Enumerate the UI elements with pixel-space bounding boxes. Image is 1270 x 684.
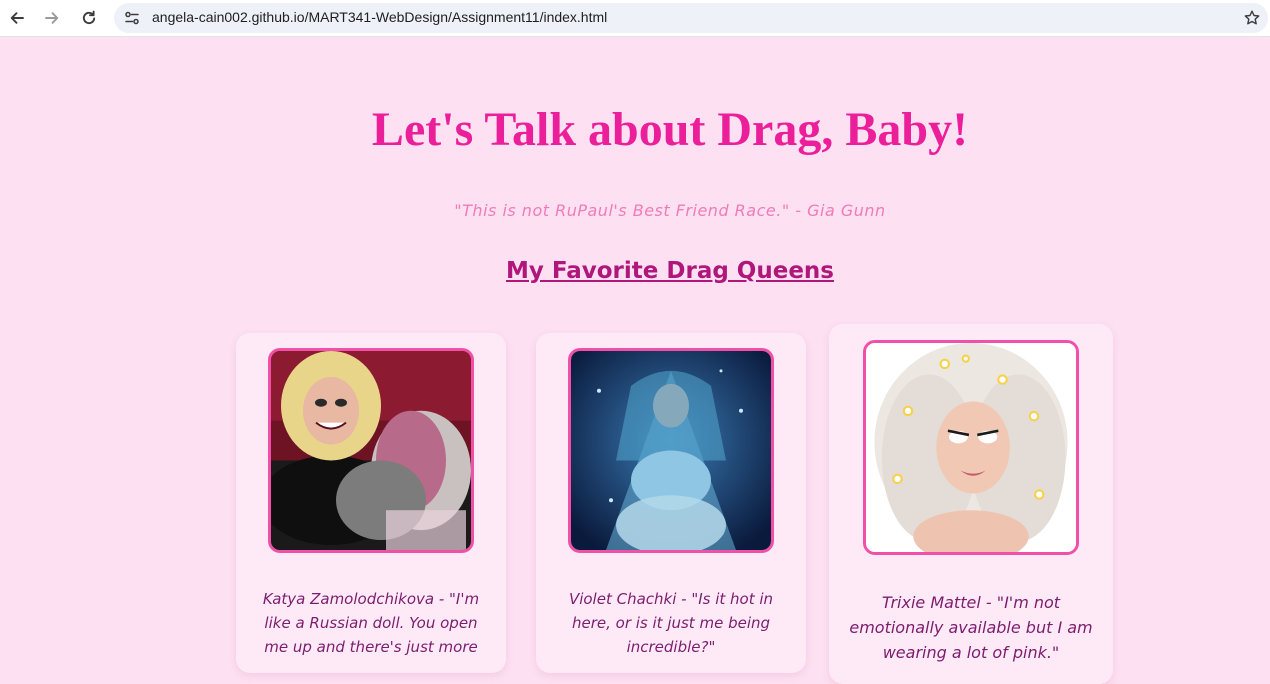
forward-button[interactable] (38, 4, 66, 32)
section-heading: My Favorite Drag Queens (505, 258, 834, 284)
queen-caption: Katya Zamolodchikova - "I'm like a Russi… (262, 590, 480, 656)
site-info-button[interactable] (120, 6, 144, 30)
queen-card: Violet Chachki - "Is it hot in here, or … (536, 333, 806, 673)
queen-caption: Violet Chachki - "Is it hot in here, or … (568, 590, 774, 656)
violet-photo-image (571, 351, 771, 550)
arrow-left-icon (10, 12, 24, 24)
queen-photo-trixie (863, 340, 1079, 555)
back-button[interactable] (3, 4, 31, 32)
arrow-right-icon (45, 12, 59, 24)
url-text[interactable]: angela-cain002.github.io/MART341-WebDesi… (152, 9, 607, 25)
queen-card: Katya Zamolodchikova - "I'm like a Russi… (236, 333, 506, 673)
tune-icon (125, 11, 139, 25)
address-bar[interactable]: angela-cain002.github.io/MART341-WebDesi… (114, 3, 1268, 33)
page-title: Let's Talk about Drag, Baby! (371, 103, 969, 156)
reload-button[interactable] (75, 4, 103, 32)
queen-card: Trixie Mattel - "I'm not emotionally ava… (829, 324, 1113, 684)
queen-caption: Trixie Mattel - "I'm not emotionally ava… (849, 593, 1093, 662)
trixie-photo-image (866, 343, 1076, 552)
katya-photo-image (271, 351, 471, 550)
page-quote: "This is not RuPaul's Best Friend Race."… (454, 201, 886, 220)
reload-icon (82, 10, 96, 25)
queen-photo-katya (268, 348, 474, 553)
browser-toolbar: angela-cain002.github.io/MART341-WebDesi… (0, 0, 1270, 37)
queen-photo-violet (568, 348, 774, 553)
star-icon (1244, 10, 1260, 25)
bookmark-button[interactable] (1240, 6, 1264, 30)
